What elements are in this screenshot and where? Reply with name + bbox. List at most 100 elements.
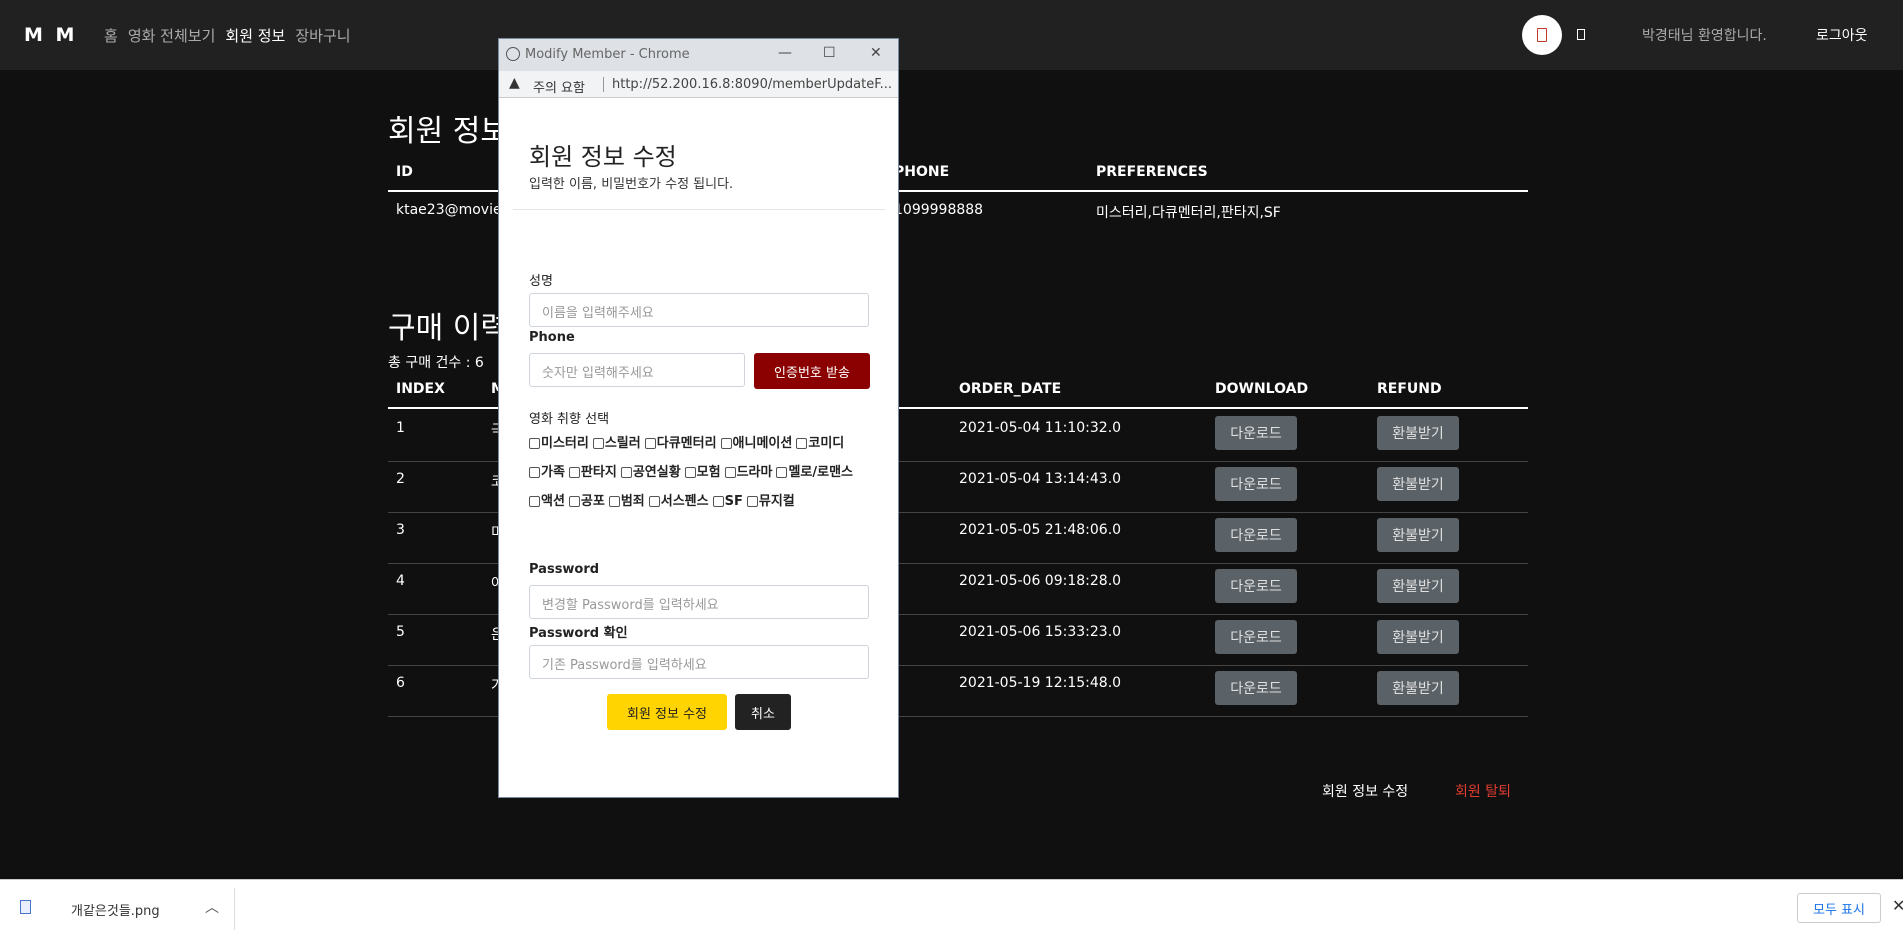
checkbox[interactable] <box>720 438 732 449</box>
th-refund: REFUND <box>1377 381 1442 397</box>
checkbox[interactable] <box>746 496 758 507</box>
checkbox[interactable] <box>592 438 604 449</box>
preference-option[interactable]: 가족 <box>529 459 565 486</box>
checkbox[interactable] <box>620 467 632 478</box>
chevron-up-icon[interactable]: ︿ <box>205 897 219 917</box>
delete-member-link[interactable]: 회원 탈퇴 <box>1455 781 1511 801</box>
checkbox[interactable] <box>684 467 696 478</box>
preference-option[interactable]: 서스펜스 <box>648 488 709 515</box>
checkbox[interactable] <box>796 438 808 449</box>
purchase-history-title: 구매 이력 <box>388 311 508 346</box>
form-subtitle: 입력한 이름, 비밀번호가 수정 됩니다. <box>529 177 734 192</box>
refund-button[interactable]: 환불받기 <box>1377 467 1459 501</box>
popup-url[interactable]: http://52.200.16.8:8090/memberUpdateF... <box>612 77 892 92</box>
preference-label: 공포 <box>580 494 605 509</box>
checkbox[interactable] <box>776 467 788 478</box>
download-bar: 개같은것들.png ︿ 모두 표시 ✕ <box>0 879 1903 937</box>
purchase-total: 총 구매 건수 : 6 <box>388 355 484 371</box>
modify-member-popup: Modify Member - Chrome — ☐ ✕ ▲ 주의 요함 htt… <box>498 38 899 798</box>
name-input[interactable]: 이름을 입력해주세요 <box>529 293 869 327</box>
close-icon[interactable]: ✕ <box>1892 896 1903 915</box>
checkbox[interactable] <box>568 496 580 507</box>
row-index: 3 <box>396 522 405 538</box>
checkbox[interactable] <box>608 496 620 507</box>
row-index: 4 <box>396 573 405 589</box>
show-all-button[interactable]: 모두 표시 <box>1797 893 1881 923</box>
preference-label: 범죄 <box>620 494 645 509</box>
refund-button[interactable]: 환불받기 <box>1377 671 1459 705</box>
password-input[interactable]: 변경할 Password를 입력하세요 <box>529 585 869 619</box>
preference-label: 코미디 <box>808 436 845 451</box>
th-download: DOWNLOAD <box>1215 381 1309 397</box>
preference-option[interactable]: 판타지 <box>568 459 617 486</box>
preference-option[interactable]: 뮤지컬 <box>746 488 795 515</box>
phone-input[interactable]: 숫자만 입력해주세요 <box>529 353 745 387</box>
nav-home[interactable]: 홈 <box>104 25 118 46</box>
preference-option[interactable]: 공연실황 <box>620 459 681 486</box>
logout-link[interactable]: 로그아웃 <box>1816 25 1868 45</box>
preference-option[interactable]: 미스터리 <box>529 430 589 457</box>
nav-links: 홈 영화 전체보기 회원 정보 장바구니 <box>104 25 351 46</box>
preference-option[interactable]: 범죄 <box>608 488 645 515</box>
submit-update-button[interactable]: 회원 정보 수정 <box>607 694 727 730</box>
row-order-date: 2021-05-04 11:10:32.0 <box>959 420 1122 436</box>
nav-all-movies[interactable]: 영화 전체보기 <box>128 25 216 46</box>
download-button[interactable]: 다운로드 <box>1215 671 1297 705</box>
send-code-button[interactable]: 인증번호 받송 <box>754 353 870 389</box>
preference-label: 서스펜스 <box>660 494 709 509</box>
checkbox[interactable] <box>529 438 540 449</box>
password-confirm-input[interactable]: 기존 Password를 입력하세요 <box>529 645 869 679</box>
th-phone: PHONE <box>894 164 950 180</box>
warning-icon[interactable]: ▲ <box>509 75 520 91</box>
popup-window-title: Modify Member - Chrome <box>525 47 690 62</box>
square-icon[interactable] <box>1577 29 1585 40</box>
nav-cart[interactable]: 장바구니 <box>295 25 350 46</box>
preference-option[interactable]: SF <box>712 488 743 515</box>
file-icon[interactable] <box>20 900 31 914</box>
preference-option[interactable]: 드라마 <box>724 459 772 486</box>
refund-button[interactable]: 환불받기 <box>1377 416 1459 450</box>
edit-member-link[interactable]: 회원 정보 수정 <box>1322 781 1408 801</box>
close-icon[interactable]: ✕ <box>870 45 882 61</box>
checkbox[interactable] <box>712 496 724 507</box>
download-button[interactable]: 다운로드 <box>1215 620 1297 654</box>
cancel-button[interactable]: 취소 <box>735 694 791 730</box>
checkbox[interactable] <box>529 496 540 507</box>
checkbox[interactable] <box>644 438 656 449</box>
download-button[interactable]: 다운로드 <box>1215 467 1297 501</box>
minimize-icon[interactable]: — <box>778 45 792 61</box>
download-button[interactable]: 다운로드 <box>1215 569 1297 603</box>
top-navbar: M M 홈 영화 전체보기 회원 정보 장바구니 박경태님 환영합니다. 로그아… <box>0 0 1903 70</box>
checkbox[interactable] <box>648 496 660 507</box>
checkbox[interactable] <box>724 467 736 478</box>
download-filename[interactable]: 개같은것들.png <box>71 900 160 919</box>
refund-button[interactable]: 환불받기 <box>1377 518 1459 552</box>
th-preferences: PREFERENCES <box>1096 164 1208 180</box>
preference-option[interactable]: 모험 <box>684 459 721 486</box>
preference-option[interactable]: 애니메이션 <box>720 430 792 457</box>
preference-option[interactable]: 다큐멘터리 <box>644 430 717 457</box>
preference-label: 공연실황 <box>632 465 681 480</box>
download-button[interactable]: 다운로드 <box>1215 416 1297 450</box>
cart-button[interactable] <box>1522 15 1562 55</box>
preference-option[interactable]: 공포 <box>568 488 605 515</box>
preference-option[interactable]: 스릴러 <box>592 430 641 457</box>
checkbox[interactable] <box>568 467 580 478</box>
security-warning-text[interactable]: 주의 요함 <box>533 77 585 96</box>
maximize-icon[interactable]: ☐ <box>823 45 836 61</box>
refund-button[interactable]: 환불받기 <box>1377 569 1459 603</box>
download-button[interactable]: 다운로드 <box>1215 518 1297 552</box>
preference-label: 뮤지컬 <box>758 494 795 509</box>
refund-button[interactable]: 환불받기 <box>1377 620 1459 654</box>
form-title: 회원 정보 수정 <box>529 143 677 171</box>
nav-member-info[interactable]: 회원 정보 <box>225 25 285 46</box>
preference-label: 다큐멘터리 <box>656 436 717 451</box>
row-order-date: 2021-05-06 15:33:23.0 <box>959 624 1122 640</box>
checkbox[interactable] <box>529 467 540 478</box>
preference-option[interactable]: 코미디 <box>796 430 844 457</box>
brand-logo[interactable]: M M <box>24 24 77 46</box>
preference-option[interactable]: 액션 <box>529 488 565 515</box>
th-order-date: ORDER_DATE <box>959 381 1062 397</box>
preference-option[interactable]: 멜로/로맨스 <box>776 459 853 486</box>
phone-label: Phone <box>529 330 575 345</box>
